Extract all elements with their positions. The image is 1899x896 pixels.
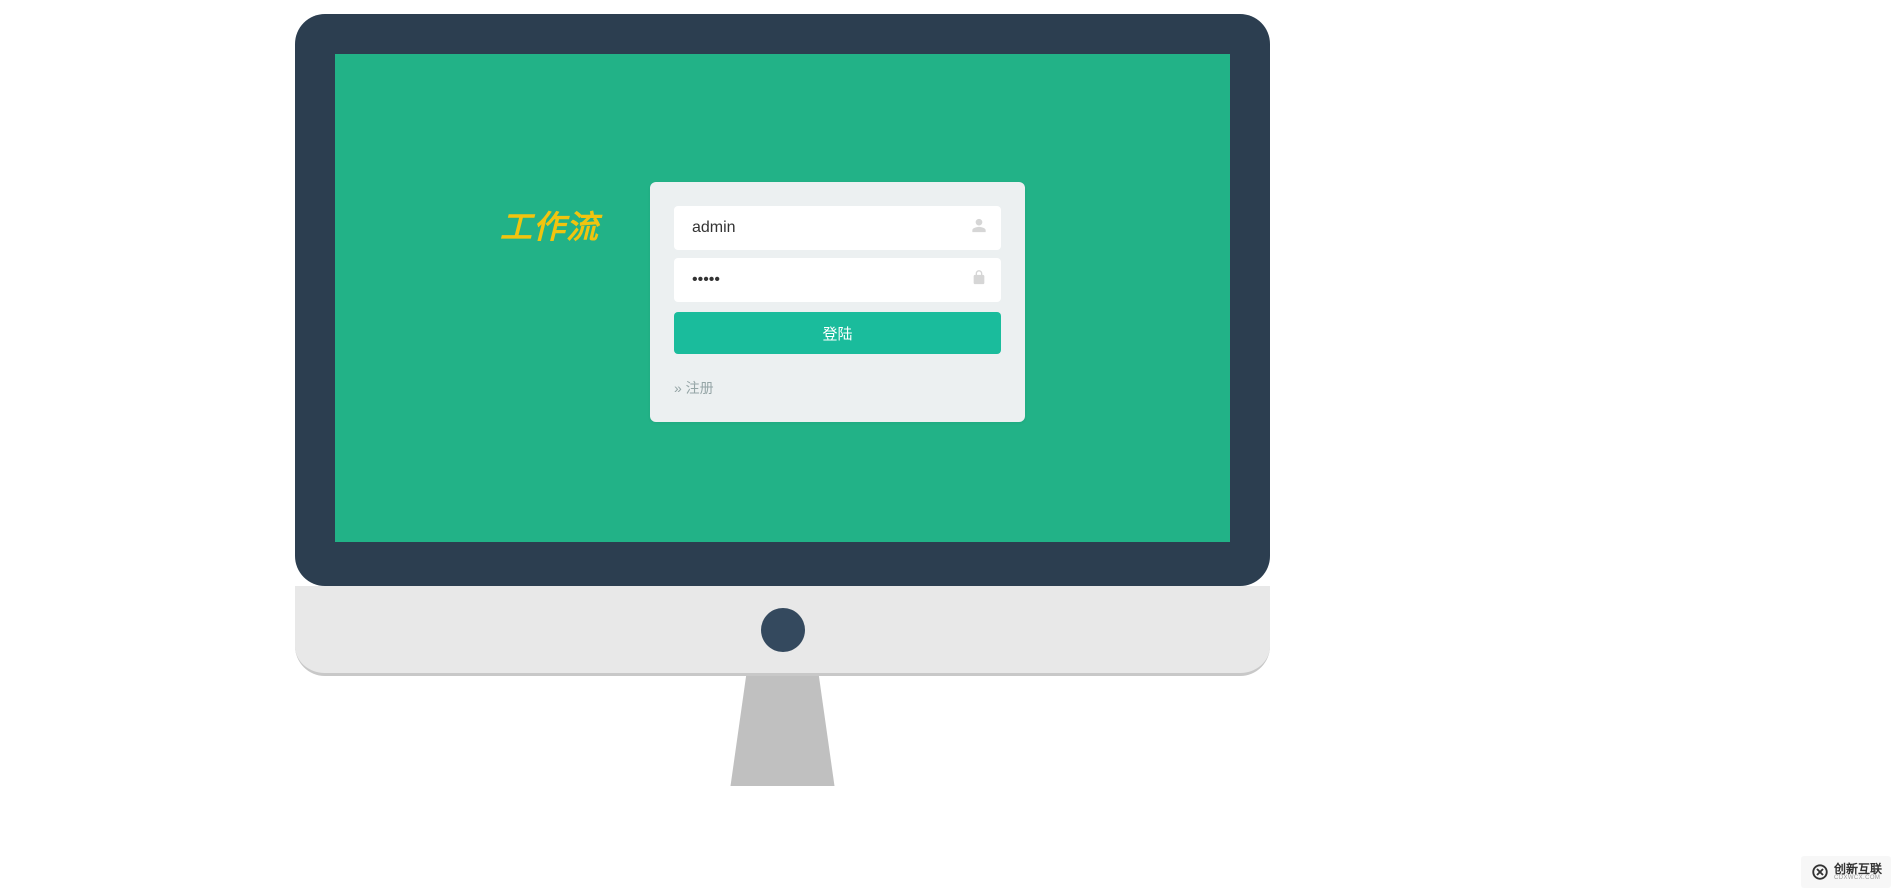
user-icon [971,218,987,239]
watermark-badge: 创新互联 CDXWCX.COM [1801,856,1891,888]
monitor-screen: 工作流 [335,54,1230,542]
lock-icon [971,270,987,291]
register-link[interactable]: » 注册 [674,378,1001,398]
monitor-bezel: 工作流 [295,14,1270,586]
app-title: 工作流 [500,202,599,248]
password-input[interactable] [674,258,1001,302]
watermark-sub: CDXWCX.COM [1834,875,1882,881]
watermark-brand: 创新互联 [1834,863,1882,875]
monitor-stand [718,676,848,786]
password-field-wrap [674,258,1001,302]
watermark-logo-icon [1810,862,1830,882]
monitor-power-button [761,608,805,652]
username-input[interactable] [674,206,1001,250]
monitor-chin [295,586,1270,676]
login-card: 登陆 » 注册 [650,182,1025,422]
watermark-text: 创新互联 CDXWCX.COM [1834,863,1882,881]
login-button[interactable]: 登陆 [674,312,1001,354]
username-field-wrap [674,206,1001,250]
monitor-illustration: 工作流 [295,14,1270,786]
